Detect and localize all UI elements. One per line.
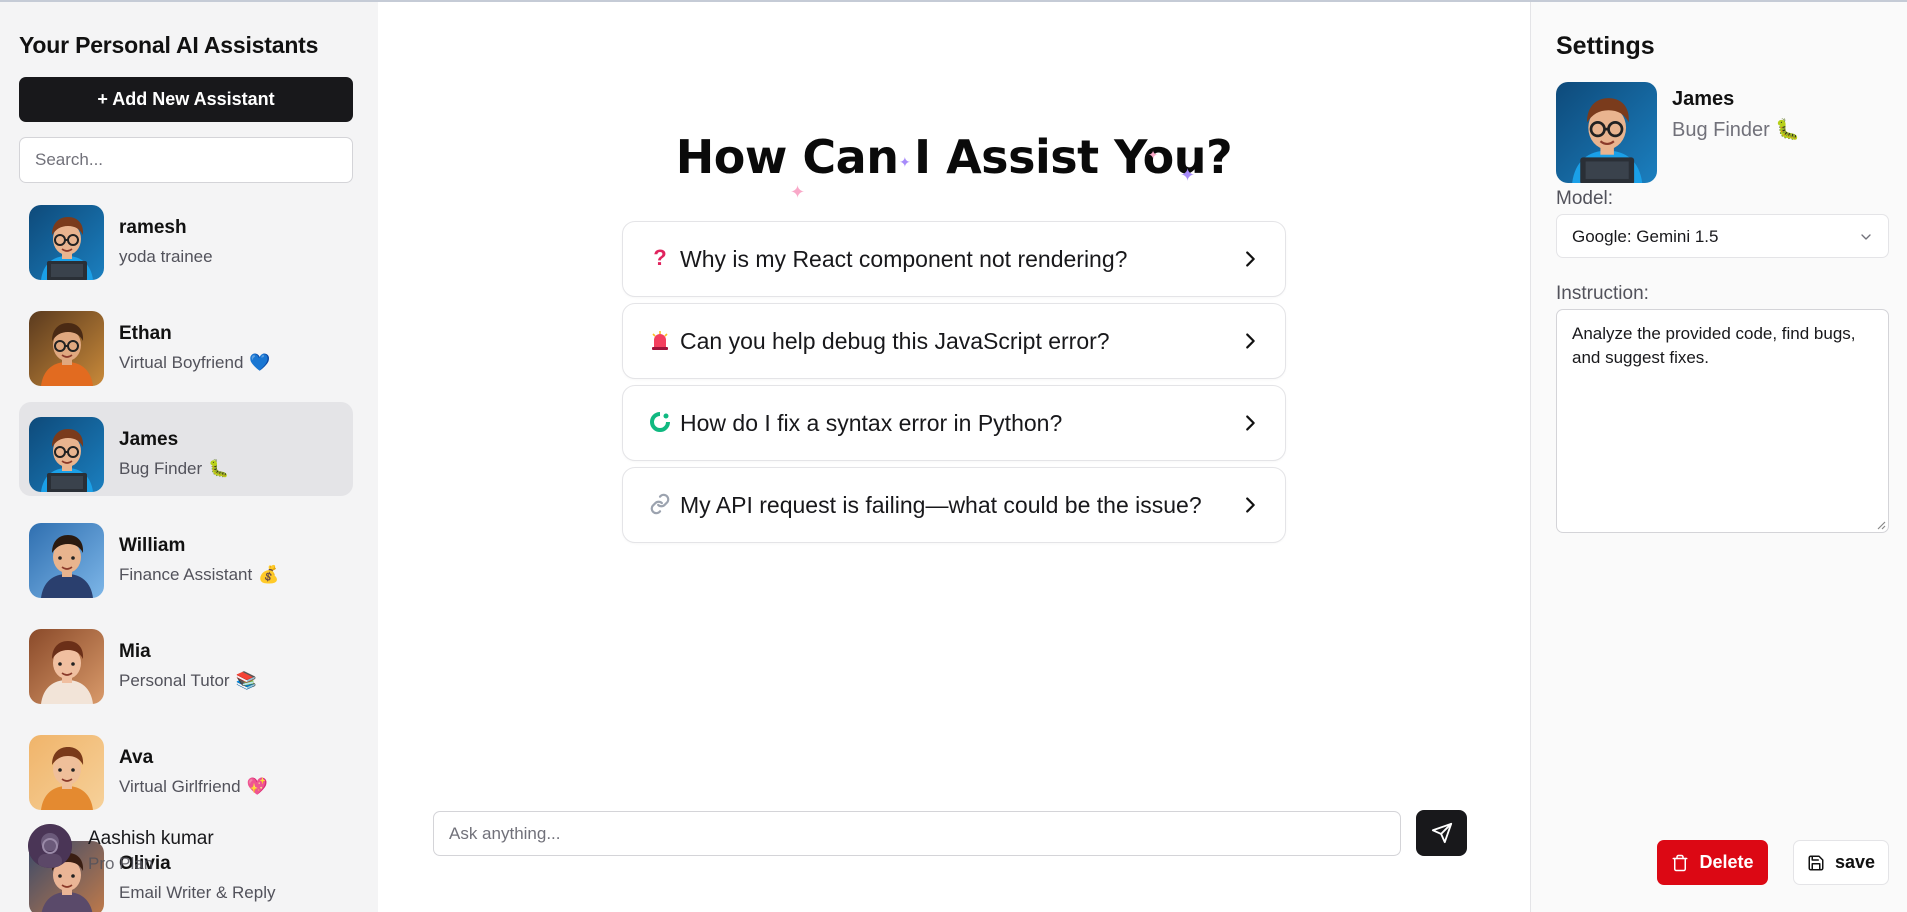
sparkle-icon: ✦ xyxy=(790,182,806,202)
save-icon xyxy=(1808,855,1824,870)
assistant-role-emoji: 💰 xyxy=(258,565,280,584)
user-plan: Pro Plan xyxy=(88,854,154,873)
assistant-role-text: Finance Assistant xyxy=(119,565,253,584)
resize-handle-icon[interactable] xyxy=(1876,520,1886,530)
delete-button[interactable]: Delete xyxy=(1657,840,1768,885)
chevron-right-icon xyxy=(1246,333,1255,349)
ask-input[interactable] xyxy=(433,811,1401,856)
assistant-name: James xyxy=(119,429,179,450)
assistant-role-text: Personal Tutor xyxy=(119,671,230,690)
model-label: Model: xyxy=(1556,188,1614,209)
assistant-role-text: Virtual Girlfriend xyxy=(119,777,241,796)
assistant-avatar xyxy=(29,629,104,704)
chat-area: How Can I Assist You? ✦ ✦ ✦ ✦ ? Why is my… xyxy=(378,2,1530,912)
save-label: save xyxy=(1834,852,1876,872)
sidebar-title: Your Personal AI Assistants xyxy=(19,32,319,58)
assistant-role-emoji: 🐛 xyxy=(208,459,230,478)
assistant-avatar xyxy=(29,205,104,280)
sparkle-icon: ✦ xyxy=(1148,148,1159,162)
send-button[interactable] xyxy=(1416,810,1467,856)
assistant-role: Personal Tutor 📚 xyxy=(119,671,257,691)
assistant-item-ava[interactable]: Ava Virtual Girlfriend 💖 xyxy=(19,720,353,814)
assistant-role-emoji: 💙 xyxy=(249,353,271,372)
settings-title: Settings xyxy=(1556,32,1655,60)
link-icon xyxy=(647,491,673,517)
model-select[interactable]: Google: Gemini 1.5 xyxy=(1556,214,1889,258)
suggestion-card[interactable]: My API request is failing—what could be … xyxy=(622,467,1286,543)
assistant-role-text: Bug Finder xyxy=(119,459,203,478)
chevron-right-icon xyxy=(1246,497,1255,513)
chevron-right-icon xyxy=(1246,415,1255,431)
send-icon xyxy=(1431,822,1452,844)
suggestion-card[interactable]: How do I fix a syntax error in Python? xyxy=(622,385,1286,461)
assistant-item-ethan[interactable]: Ethan Virtual Boyfriend 💙 xyxy=(19,296,353,390)
user-name: Aashish kumar xyxy=(88,828,214,849)
assistant-item-william[interactable]: William Finance Assistant 💰 xyxy=(19,508,353,602)
bug-emoji: 🐛 xyxy=(1775,119,1801,141)
suggestion-card[interactable]: ? Why is my React component not rendering… xyxy=(622,221,1286,297)
save-button[interactable]: save xyxy=(1793,840,1889,885)
assistant-role: yoda trainee xyxy=(119,247,219,267)
assistant-role: Bug Finder 🐛 xyxy=(1672,117,1800,142)
user-avatar xyxy=(28,824,72,868)
assistant-role: Finance Assistant 💰 xyxy=(119,565,279,585)
chevron-down-icon xyxy=(1861,234,1871,240)
assistant-avatar xyxy=(1556,82,1657,183)
suggestion-text: Can you help debug this JavaScript error… xyxy=(680,328,1110,354)
page-title: How Can I Assist You? xyxy=(675,130,1233,184)
instruction-label: Instruction: xyxy=(1556,283,1649,304)
instruction-textarea[interactable]: Analyze the provided code, find bugs, an… xyxy=(1556,309,1889,533)
assistant-avatar xyxy=(29,417,104,492)
assistant-name: Ethan xyxy=(119,323,172,344)
sparkle-icon: ✦ xyxy=(1180,165,1196,185)
assistant-name: Mia xyxy=(119,641,151,662)
delete-label: Delete xyxy=(1699,852,1754,872)
assistant-avatar xyxy=(29,523,104,598)
suggestion-text: My API request is failing—what could be … xyxy=(680,492,1202,518)
suggestion-text: Why is my React component not rendering? xyxy=(680,246,1128,272)
model-selected-value: Google: Gemini 1.5 xyxy=(1572,227,1719,246)
assistant-role: Virtual Girlfriend 💖 xyxy=(119,777,268,797)
chevron-right-icon xyxy=(1246,251,1255,267)
assistant-avatar xyxy=(29,311,104,386)
assistant-role-text: Email Writer & Reply xyxy=(119,883,276,902)
user-profile[interactable]: Aashish kumar Pro Plan xyxy=(28,824,328,873)
suggestion-card[interactable]: Can you help debug this JavaScript error… xyxy=(622,303,1286,379)
assistant-role: Email Writer & Reply xyxy=(119,883,282,903)
assistant-sidebar: Your Personal AI Assistants + Add New As… xyxy=(0,2,378,912)
assistant-item-mia[interactable]: Mia Personal Tutor 📚 xyxy=(19,614,353,708)
assistant-name: William xyxy=(119,535,186,556)
assistant-role: Virtual Boyfriend 💙 xyxy=(119,353,271,373)
assistant-name: James xyxy=(1672,88,1735,110)
assistant-item-james[interactable]: James Bug Finder 🐛 xyxy=(19,402,353,496)
assistant-name: ramesh xyxy=(119,217,187,238)
assistant-name: Ava xyxy=(119,747,154,768)
assistant-avatar xyxy=(29,735,104,810)
assistant-role-text: Bug Finder xyxy=(1672,119,1770,141)
search-input[interactable] xyxy=(19,137,353,183)
question-icon: ? xyxy=(653,245,667,270)
sparkle-icon: ✦ xyxy=(899,154,911,170)
settings-panel: Settings James Bug Finder 🐛 Model: Googl… xyxy=(1530,2,1907,912)
assistant-role-emoji: 💖 xyxy=(246,777,268,796)
assistant-item-ramesh[interactable]: ramesh yoda trainee xyxy=(19,190,353,284)
trash-icon xyxy=(1672,854,1688,871)
assistant-role-text: yoda trainee xyxy=(119,247,213,266)
suggestion-text: How do I fix a syntax error in Python? xyxy=(680,410,1063,436)
siren-icon xyxy=(647,327,673,353)
add-assistant-button[interactable]: + Add New Assistant xyxy=(19,77,353,122)
assistant-role-text: Virtual Boyfriend xyxy=(119,353,244,372)
python-icon xyxy=(647,409,673,435)
assistant-role: Bug Finder 🐛 xyxy=(119,459,229,479)
assistant-role-emoji: 📚 xyxy=(235,671,257,690)
